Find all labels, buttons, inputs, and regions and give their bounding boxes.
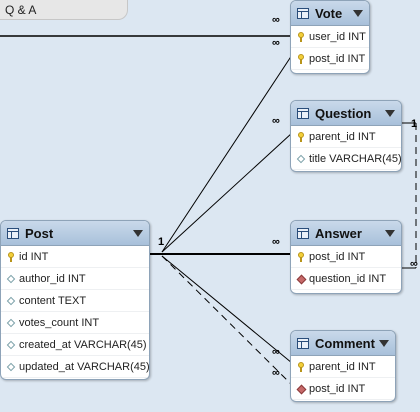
column-diamond-icon (6, 318, 16, 328)
column-label: votes_count INT (19, 316, 100, 329)
column-label: post_id INT (309, 250, 366, 263)
cardinality-many-comment-2: ∞ (272, 367, 280, 379)
column-diamond-icon (6, 274, 16, 284)
column-label: parent_id INT (309, 130, 376, 143)
post-column-created-at[interactable]: created_at VARCHAR(45) (1, 334, 149, 356)
post-comment-dashed-line (161, 255, 293, 386)
post-table-header[interactable]: Post (1, 221, 149, 246)
column-label: post_id INT (309, 382, 366, 395)
cardinality-many-vote-1: ∞ (272, 14, 280, 26)
post-column-votes-count[interactable]: votes_count INT (1, 312, 149, 334)
cardinality-many-vote-2: ∞ (272, 37, 280, 49)
column-diamond-icon (6, 340, 16, 350)
column-label: content TEXT (19, 294, 87, 307)
table-icon (297, 227, 309, 239)
vote-column-user-id[interactable]: user_id INT (291, 26, 369, 48)
question-table-title: Question (315, 105, 372, 121)
column-label: created_at VARCHAR(45) (19, 338, 147, 351)
question-column-title[interactable]: title VARCHAR(45) (291, 148, 401, 170)
question-table-header[interactable]: Question (291, 101, 401, 126)
answer-table[interactable]: Answer post_id INT question_id INT (290, 220, 402, 294)
comment-column-parent-id[interactable]: parent_id INT (291, 356, 395, 378)
key-icon (296, 361, 306, 372)
column-label: id INT (19, 250, 49, 263)
foreign-key-icon (296, 384, 306, 394)
comment-table[interactable]: Comment parent_id INT post_id INT (290, 330, 396, 402)
collapse-arrow-icon[interactable] (379, 340, 389, 347)
column-diamond-icon (6, 296, 16, 306)
post-question-line (161, 132, 293, 253)
foreign-key-icon (296, 274, 306, 284)
vote-table-header[interactable]: Vote (291, 1, 369, 26)
cardinality-many-answer-right: ∞ (410, 258, 418, 270)
collapse-arrow-icon[interactable] (385, 110, 395, 117)
column-label: user_id INT (309, 30, 366, 43)
column-label: post_id INT (309, 52, 366, 65)
cardinality-many-answer: ∞ (272, 236, 280, 248)
vote-table[interactable]: Vote user_id INT post_id INT (290, 0, 370, 74)
collapse-arrow-icon[interactable] (133, 230, 143, 237)
post-column-updated-at[interactable]: updated_at VARCHAR(45) (1, 356, 149, 378)
post-vote-line (161, 54, 293, 253)
column-label: parent_id INT (309, 360, 376, 373)
comment-table-header[interactable]: Comment (291, 331, 395, 356)
column-label: question_id INT (309, 272, 387, 285)
post-table[interactable]: Post id INT author_id INT content TEXT v… (0, 220, 150, 380)
comment-table-title: Comment (315, 335, 375, 351)
answer-table-title: Answer (315, 225, 362, 241)
column-diamond-icon (6, 362, 16, 372)
post-table-title: Post (25, 225, 54, 241)
post-column-content[interactable]: content TEXT (1, 290, 149, 312)
cardinality-many-comment-1: ∞ (272, 346, 280, 358)
answer-column-question-id[interactable]: question_id INT (291, 268, 401, 290)
answer-table-header[interactable]: Answer (291, 221, 401, 246)
question-table[interactable]: Question parent_id INT title VARCHAR(45) (290, 100, 402, 172)
column-label: updated_at VARCHAR(45) (19, 360, 150, 373)
key-icon (296, 53, 306, 64)
answer-column-post-id[interactable]: post_id INT (291, 246, 401, 268)
collapse-arrow-icon[interactable] (353, 10, 363, 17)
cardinality-one-post: 1 (158, 236, 165, 248)
question-column-parent-id[interactable]: parent_id INT (291, 126, 401, 148)
collapse-arrow-icon[interactable] (385, 230, 395, 237)
column-diamond-icon (296, 154, 306, 164)
vote-column-post-id[interactable]: post_id INT (291, 48, 369, 70)
table-icon (297, 7, 309, 19)
key-icon (296, 31, 306, 42)
diagram-canvas: Q & A ∞ ∞ ∞ ∞ ∞ ∞ 1 1 ∞ Vote user_id INT… (0, 0, 420, 412)
table-icon (297, 337, 309, 349)
column-label: author_id INT (19, 272, 86, 285)
cardinality-one-question: 1 (411, 118, 418, 130)
vote-table-title: Vote (315, 5, 343, 21)
key-icon (6, 251, 16, 262)
comment-column-post-id[interactable]: post_id INT (291, 378, 395, 400)
post-column-id[interactable]: id INT (1, 246, 149, 268)
post-column-author-id[interactable]: author_id INT (1, 268, 149, 290)
table-icon (7, 227, 19, 239)
key-icon (296, 131, 306, 142)
cardinality-many-question: ∞ (272, 115, 280, 127)
key-icon (296, 251, 306, 262)
table-icon (297, 107, 309, 119)
column-label: title VARCHAR(45) (309, 152, 402, 165)
